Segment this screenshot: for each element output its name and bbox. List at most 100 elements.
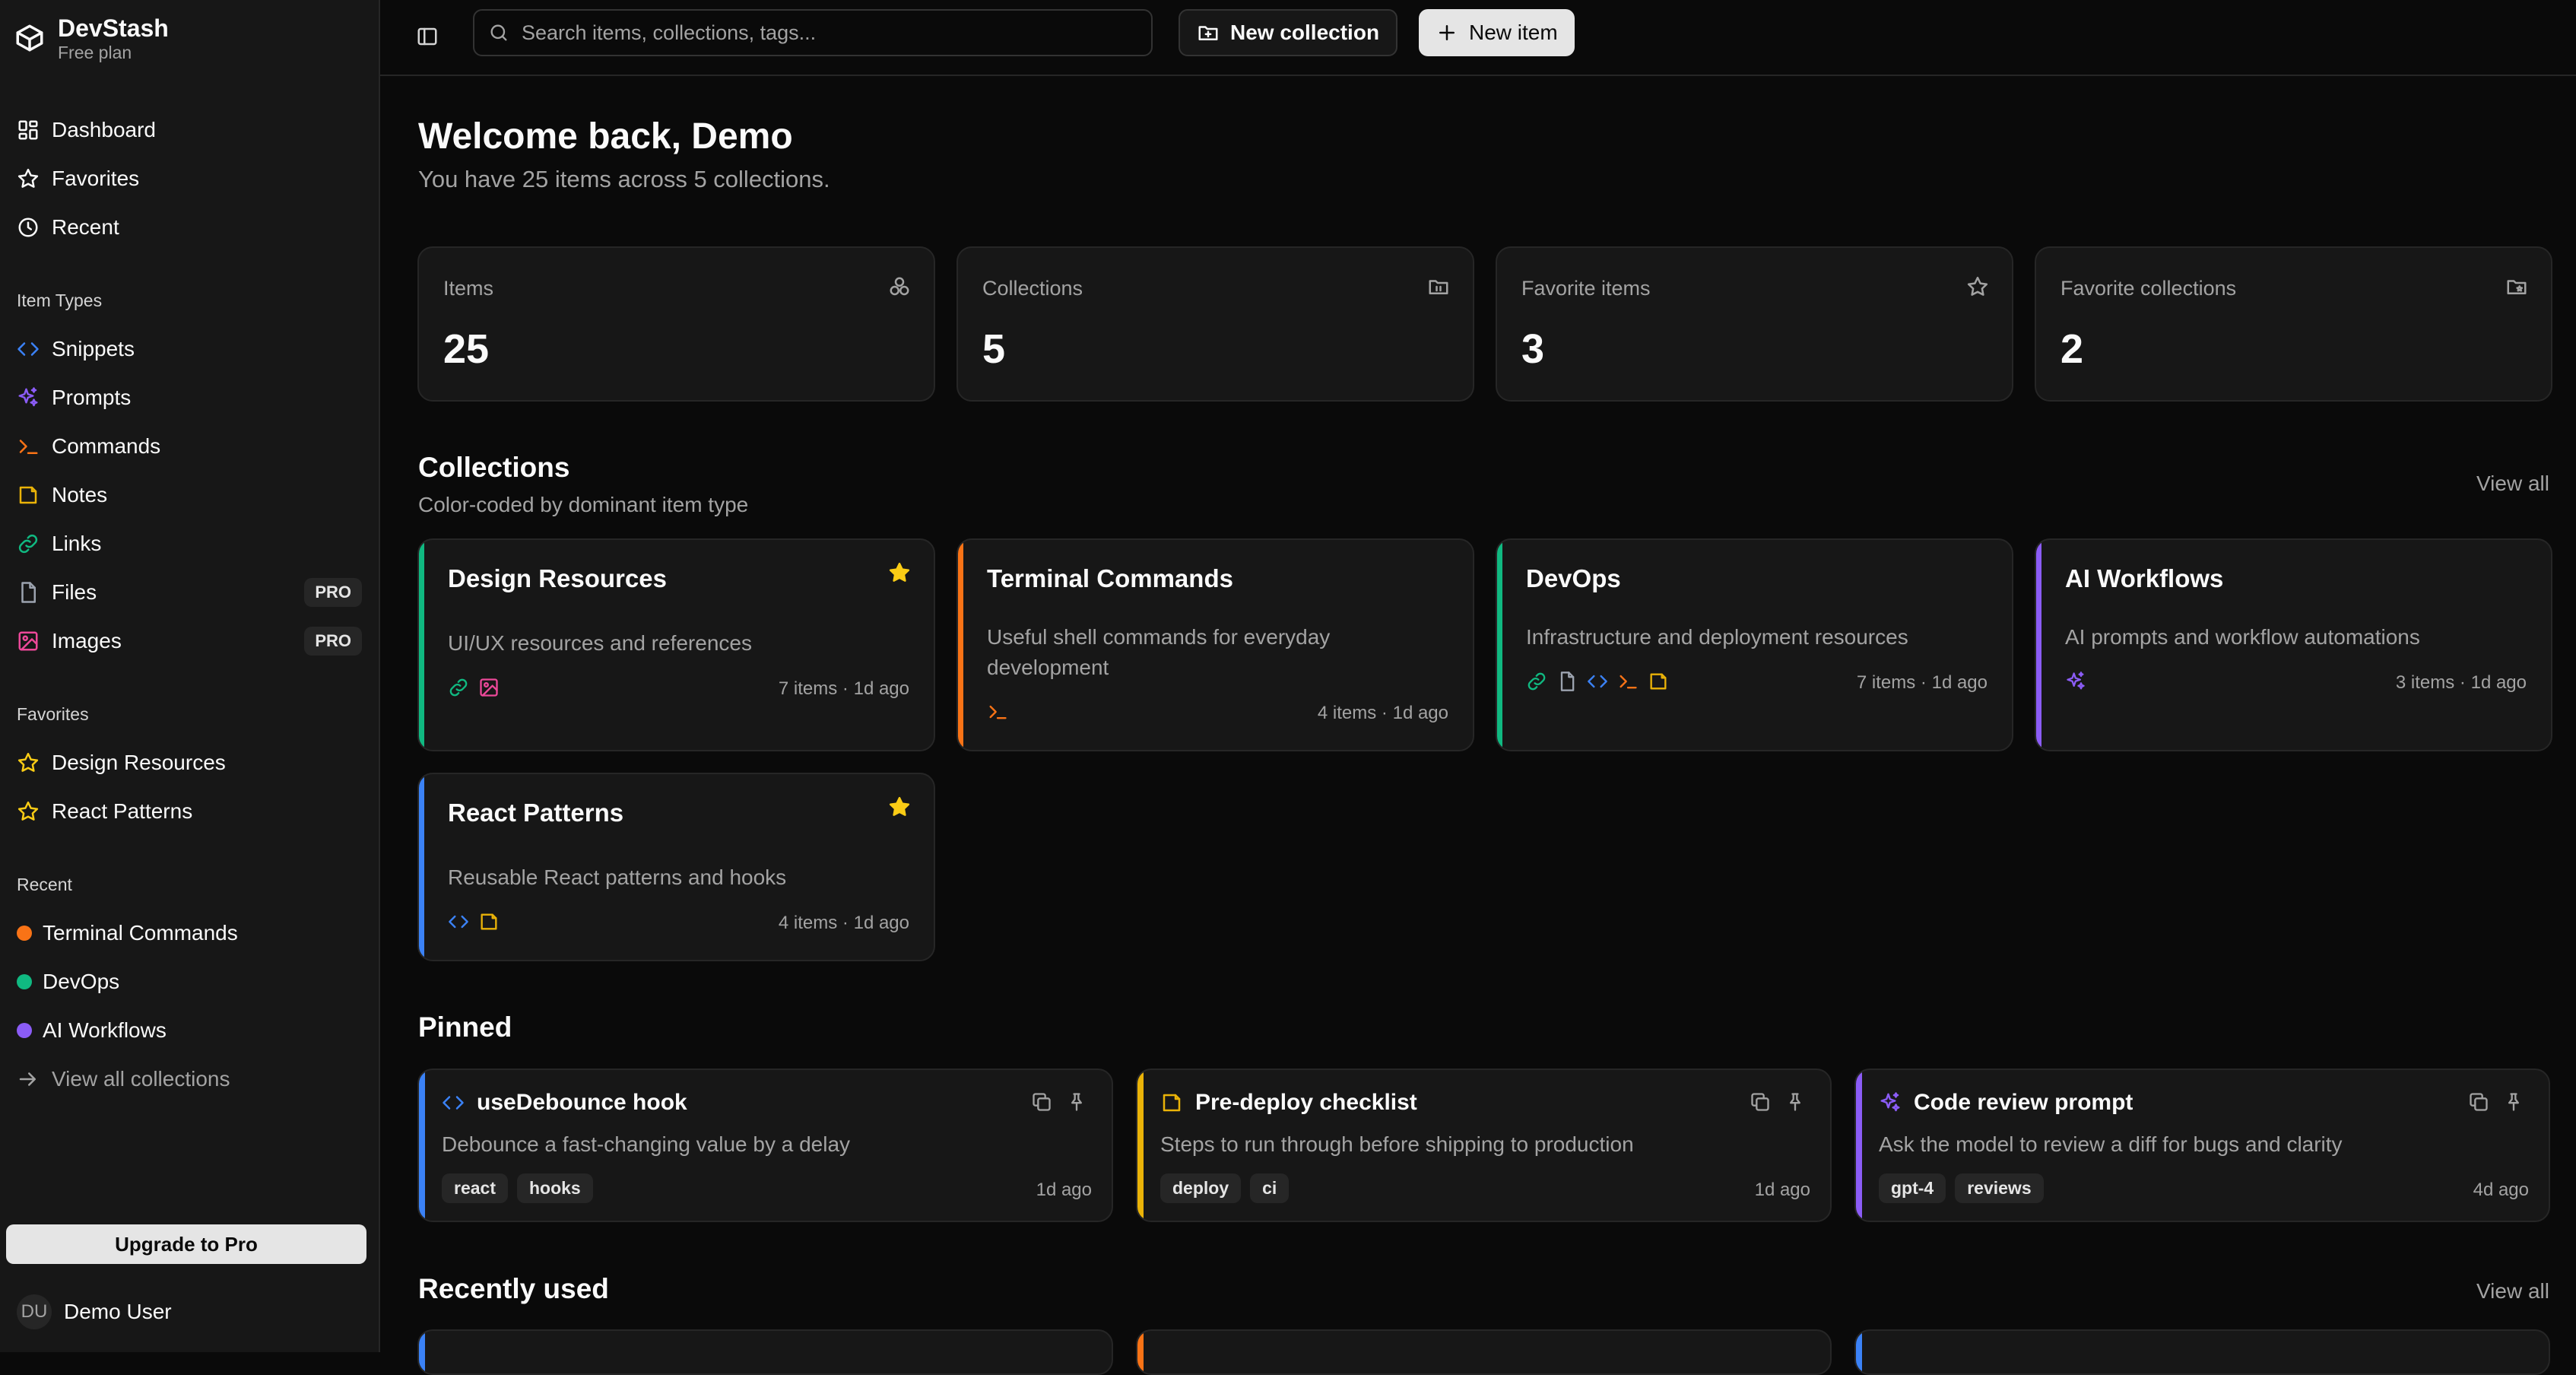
sidebar-item-label: Notes — [52, 483, 108, 506]
sidebar-item-images[interactable]: Images PRO — [17, 622, 362, 660]
collection-meta: 4 items · 1d ago — [778, 913, 909, 933]
collection-card-terminal-commands[interactable]: Terminal Commands Useful shell commands … — [956, 538, 1474, 751]
sidebar-toggle-button[interactable] — [411, 20, 444, 53]
pinned-age: 1d ago — [1036, 1180, 1092, 1200]
copy-icon[interactable] — [2468, 1091, 2489, 1113]
sidebar-item-label: Images — [52, 629, 122, 653]
nav-label: Favorites — [52, 167, 140, 190]
collection-card-devops[interactable]: DevOps Infrastructure and deployment res… — [1496, 538, 2013, 751]
new-collection-label: New collection — [1230, 21, 1380, 44]
copy-icon[interactable] — [1750, 1091, 1771, 1113]
pinned-title: Pre-deploy checklist — [1195, 1090, 1417, 1115]
pinned-card-pre-deploy-checklist[interactable]: Pre-deploy checklist Steps to run throug… — [1136, 1069, 1832, 1222]
favorites-heading: Favorites — [17, 704, 89, 724]
recent-ai-workflows[interactable]: AI Workflows — [17, 1011, 362, 1050]
star-filled-icon[interactable] — [888, 561, 911, 584]
note-icon — [478, 911, 500, 932]
new-collection-button[interactable]: New collection — [1179, 9, 1398, 56]
user-menu[interactable]: DU Demo User — [17, 1294, 172, 1329]
pinned-card-code-review-prompt[interactable]: Code review prompt Ask the model to revi… — [1854, 1069, 2550, 1222]
collection-meta: 7 items · 1d ago — [1856, 672, 1988, 693]
stat-card-collections: Collections 5 — [956, 246, 1474, 402]
sidebar-item-label: Files — [52, 580, 97, 604]
image-icon — [478, 677, 500, 698]
plus-icon — [1436, 21, 1458, 44]
recently-used-view-all-link[interactable]: View all — [2476, 1279, 2549, 1304]
sparkles-icon — [1879, 1091, 1902, 1114]
pin-icon[interactable] — [1784, 1091, 1806, 1113]
search-box[interactable] — [473, 9, 1153, 56]
accent-stripe — [419, 774, 424, 960]
items-icon — [888, 275, 911, 298]
sidebar-item-label: Links — [52, 532, 102, 555]
tag[interactable]: react — [442, 1173, 508, 1203]
sidebar-item-files[interactable]: Files PRO — [17, 573, 362, 611]
collection-card-design-resources[interactable]: Design Resources UI/UX resources and ref… — [417, 538, 935, 751]
accent-stripe — [1856, 1331, 1862, 1373]
recent-devops[interactable]: DevOps — [17, 963, 362, 1001]
upgrade-button[interactable]: Upgrade to Pro — [6, 1224, 366, 1264]
nav-label: Dashboard — [52, 118, 156, 141]
recent-item-card[interactable] — [1854, 1329, 2550, 1375]
folder-plus-icon — [1197, 21, 1220, 44]
sidebar-item-snippets[interactable]: Snippets — [17, 330, 362, 368]
view-all-collections-link[interactable]: View all collections — [17, 1060, 362, 1098]
sidebar: DevStash Free plan Dashboard Favorites R… — [0, 0, 380, 1352]
sidebar-item-links[interactable]: Links — [17, 525, 362, 563]
new-item-label: New item — [1469, 21, 1558, 44]
dashboard-icon — [17, 119, 40, 141]
tag[interactable]: hooks — [516, 1173, 593, 1203]
nav-favorites[interactable]: Favorites — [17, 160, 362, 198]
pin-icon[interactable] — [1066, 1091, 1087, 1113]
recent-terminal-commands[interactable]: Terminal Commands — [17, 914, 362, 952]
tag[interactable]: gpt-4 — [1879, 1173, 1946, 1203]
link-icon — [1526, 671, 1547, 692]
file-icon — [1556, 671, 1578, 692]
code-icon — [1587, 671, 1608, 692]
accent-stripe — [958, 540, 963, 750]
code-icon — [448, 911, 469, 932]
star-filled-icon[interactable] — [888, 795, 911, 818]
tag[interactable]: deploy — [1160, 1173, 1242, 1203]
sidebar-item-prompts[interactable]: Prompts — [17, 379, 362, 417]
folder-star-icon — [2505, 275, 2528, 298]
new-item-button[interactable]: New item — [1419, 9, 1575, 56]
recent-item-card[interactable] — [1136, 1329, 1832, 1375]
sidebar-item-label: Prompts — [52, 386, 132, 409]
search-input[interactable] — [520, 20, 1147, 46]
pro-badge: PRO — [304, 627, 362, 656]
sidebar-item-commands[interactable]: Commands — [17, 427, 362, 465]
sidebar-item-notes[interactable]: Notes — [17, 476, 362, 514]
nav-dashboard[interactable]: Dashboard — [17, 111, 362, 149]
collections-view-all-link[interactable]: View all — [2476, 472, 2549, 496]
copy-icon[interactable] — [1031, 1091, 1052, 1113]
link-icon — [448, 677, 469, 698]
color-dot — [17, 1023, 32, 1038]
nav-recent[interactable]: Recent — [17, 208, 362, 246]
collection-card-react-patterns[interactable]: React Patterns Reusable React patterns a… — [417, 773, 935, 961]
color-dot — [17, 926, 32, 941]
tag[interactable]: ci — [1250, 1173, 1290, 1203]
brand[interactable]: DevStash Free plan — [14, 14, 169, 62]
favorite-label: Design Resources — [52, 751, 226, 774]
note-icon — [17, 484, 40, 506]
item-types-heading: Item Types — [17, 291, 103, 310]
stat-label: Favorite items — [1521, 277, 1651, 300]
terminal-icon — [987, 701, 1008, 722]
recent-label: Terminal Commands — [43, 921, 238, 945]
tag[interactable]: reviews — [1955, 1173, 2044, 1203]
stat-card-favorite-items: Favorite items 3 — [1496, 246, 2013, 402]
favorite-design-resources[interactable]: Design Resources — [17, 744, 362, 782]
collection-card-ai-workflows[interactable]: AI Workflows AI prompts and workflow aut… — [2035, 538, 2552, 751]
pin-icon[interactable] — [2503, 1091, 2524, 1113]
pinned-heading: Pinned — [418, 1011, 512, 1043]
terminal-icon — [17, 435, 40, 458]
pinned-card-usedebounce[interactable]: useDebounce hook Debounce a fast-changin… — [417, 1069, 1113, 1222]
recent-item-card[interactable] — [417, 1329, 1113, 1375]
page-subtitle: You have 25 items across 5 collections. — [418, 166, 830, 192]
topbar: New collection New item — [380, 0, 2576, 76]
image-icon — [17, 630, 40, 653]
favorite-react-patterns[interactable]: React Patterns — [17, 792, 362, 830]
collection-meta: 4 items · 1d ago — [1317, 703, 1448, 723]
collection-description: UI/UX resources and references — [448, 631, 752, 655]
